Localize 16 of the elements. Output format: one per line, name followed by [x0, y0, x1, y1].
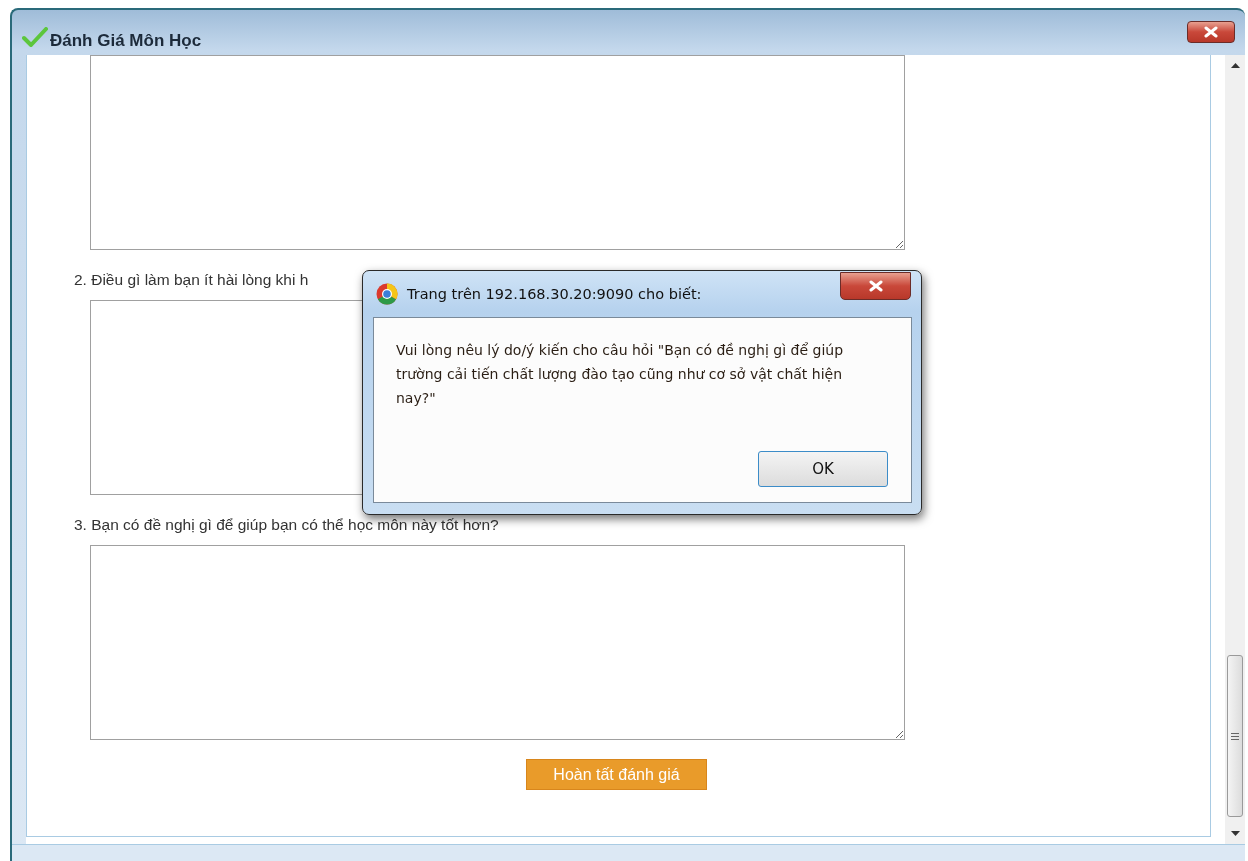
close-button[interactable] [1187, 21, 1235, 43]
scroll-down-icon[interactable] [1230, 831, 1240, 836]
ok-button[interactable]: OK [758, 451, 888, 487]
scroll-thumb[interactable] [1227, 655, 1243, 817]
close-button[interactable] [840, 272, 911, 300]
close-icon[interactable] [867, 280, 884, 292]
question-label: 3. Bạn có đề nghị gì để giúp bạn có thể học môn này tốt hơn? [74, 515, 499, 535]
alert-message: Vui lòng nêu lý do/ý kiến cho câu hỏi "Bạn có đề nghị gì để giúp trường cải tiến chất lượng đào tạo cũng như cơ sở vật chất hiện nay?" [396, 341, 845, 408]
window-title: Đánh Giá Môn Học [50, 31, 202, 51]
browser-logo-icon [376, 283, 398, 305]
alert-title: Trang trên 192.168.30.20:9090 cho biết: [407, 286, 702, 302]
question-label: 2. Điều gì làm bạn ít hài lòng khi h [74, 270, 309, 290]
checkmark-icon [22, 27, 48, 47]
scroll-up-icon[interactable] [1230, 63, 1240, 68]
close-icon[interactable] [1203, 26, 1219, 38]
scrollbar[interactable] [1225, 55, 1245, 844]
